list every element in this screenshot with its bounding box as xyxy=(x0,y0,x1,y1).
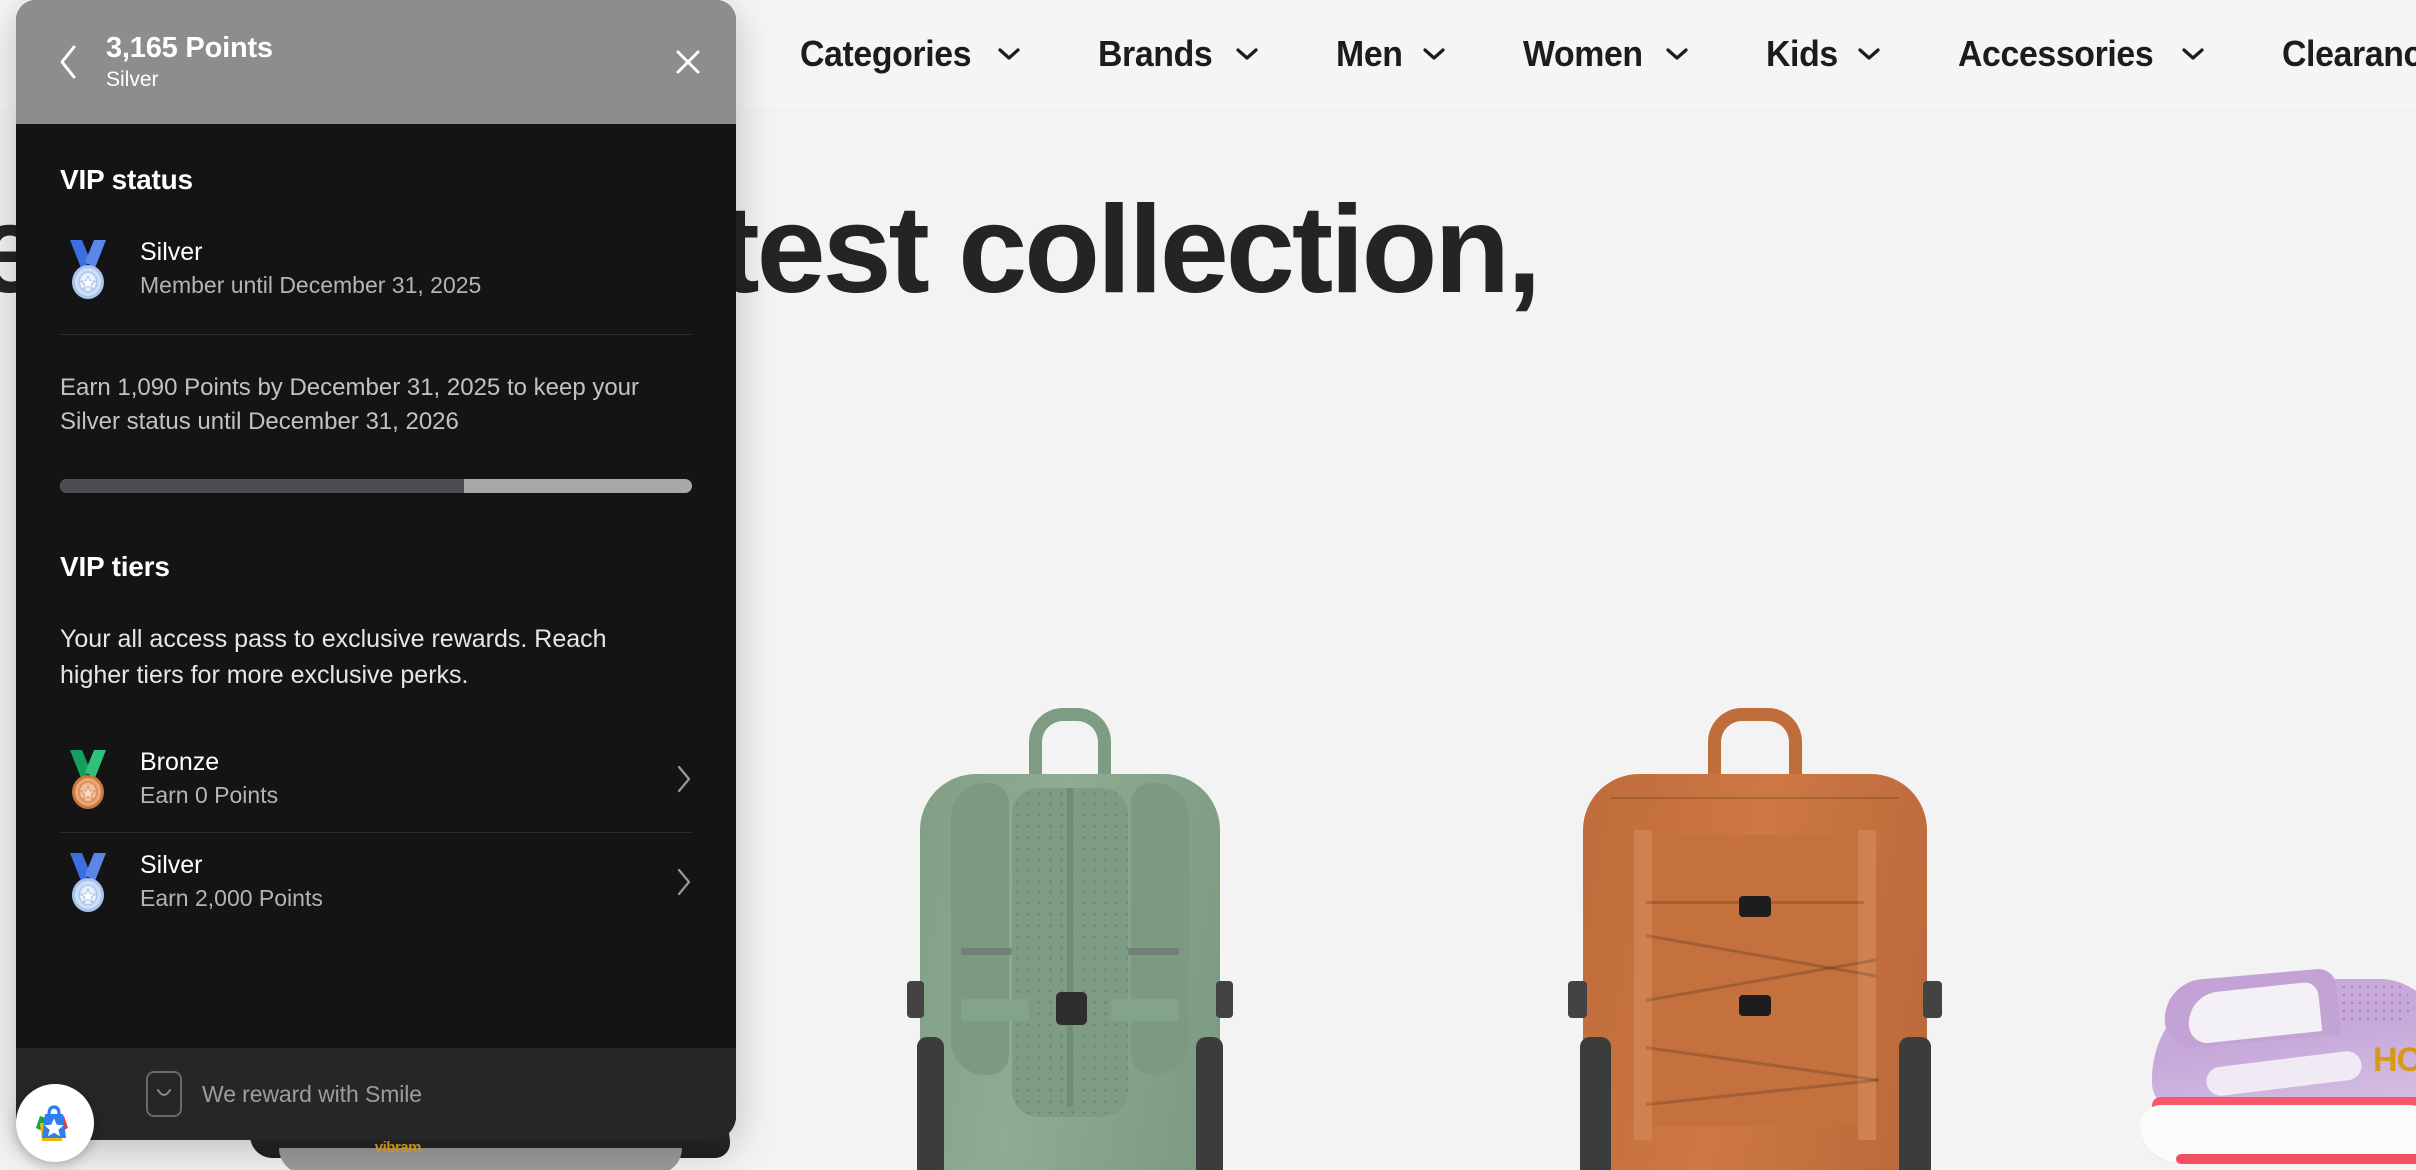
tier-item-requirement: Earn 2,000 Points xyxy=(140,885,323,912)
vip-status-section: VIP status Silver Member until December … xyxy=(16,124,736,334)
product-green-backpack[interactable] xyxy=(900,708,1240,1170)
nav-item-accessories[interactable]: Accessories xyxy=(1958,33,2204,75)
nav-item-women[interactable]: Women xyxy=(1523,33,1688,75)
smile-rewards-panel: 3,165 Points Silver VIP status Silver Me… xyxy=(16,0,736,1140)
current-tier-row: Silver Member until December 31, 2025 xyxy=(60,238,692,334)
backpack-sternum-strap-left xyxy=(961,999,1030,1021)
nav-item-categories[interactable]: Categories xyxy=(800,33,1020,75)
current-tier-expiry: Member until December 31, 2025 xyxy=(140,272,482,299)
black-shoe-sole xyxy=(278,1148,682,1170)
green-backpack-illustration xyxy=(900,708,1240,1170)
nav-item-label: Brands xyxy=(1098,33,1213,74)
tier-list-item-silver[interactable]: Silver Earn 2,000 Points xyxy=(60,831,692,935)
shoe-outsole-accent xyxy=(2176,1153,2416,1164)
vip-tiers-title: VIP tiers xyxy=(60,551,170,583)
panel-footer[interactable]: We reward with Smile xyxy=(16,1048,736,1140)
vip-status-title: VIP status xyxy=(60,164,193,195)
points-balance: 3,165 Points xyxy=(106,31,273,64)
tier-item-text: Silver Earn 2,000 Points xyxy=(140,852,652,912)
earn-requirement-text: Earn 1,090 Points by December 31, 2025 t… xyxy=(60,374,640,436)
close-button[interactable] xyxy=(666,40,710,84)
panel-header: 3,165 Points Silver xyxy=(16,0,736,124)
earn-progress-section: Earn 1,090 Points by December 31, 2025 t… xyxy=(16,335,736,501)
nav-item-kids[interactable]: Kids xyxy=(1766,33,1880,75)
smile-badge-icon xyxy=(146,1071,182,1117)
backpack-side-pocket-right xyxy=(1195,1037,1223,1170)
vip-tiers-description: Your all access pass to exclusive reward… xyxy=(60,625,607,690)
chevron-down-icon xyxy=(1236,47,1258,61)
backpack-webbing-left xyxy=(1634,830,1652,1141)
silver-medal-icon xyxy=(60,238,116,300)
footer-branding-text: We reward with Smile xyxy=(202,1080,422,1107)
vip-tier-list: Bronze Earn 0 Points Silver Earn 2,000 P… xyxy=(16,730,736,935)
nav-item-label: Accessories xyxy=(1958,33,2154,74)
nav-item-label: Kids xyxy=(1765,33,1838,74)
backpack-sternum-strap-right xyxy=(1110,999,1179,1021)
shoe-mesh xyxy=(2332,983,2410,1026)
nav-item-label: Women xyxy=(1522,33,1643,74)
nav-item-brands[interactable]: Brands xyxy=(1098,33,1258,75)
nav-item-label: Clearance xyxy=(2282,33,2416,74)
tier-list-item-bronze[interactable]: Bronze Earn 0 Points xyxy=(60,730,692,832)
backpack-side-pocket-left xyxy=(1579,1037,1611,1170)
backpack-clip-left xyxy=(1567,980,1588,1019)
bronze-medal-icon xyxy=(60,748,116,810)
tier-progress-fill xyxy=(60,479,465,494)
shoe-brand-logo: HO xyxy=(2373,1041,2416,1079)
backpack-spine xyxy=(1067,787,1073,1108)
silver-medal-icon xyxy=(60,851,116,913)
panel-header-titles: 3,165 Points Silver xyxy=(106,31,666,92)
backpack-cord-lock xyxy=(1739,896,1771,918)
backpack-zipper xyxy=(1610,797,1900,800)
nav-item-men[interactable]: Men xyxy=(1336,33,1445,75)
page-root: Categories Brands Men Women Kids Accesso… xyxy=(0,0,2416,1170)
vip-tiers-section: VIP tiers Your all access pass to exclus… xyxy=(16,501,736,694)
product-orange-backpack[interactable] xyxy=(1560,708,1950,1170)
current-tier-text: Silver Member until December 31, 2025 xyxy=(140,239,481,299)
current-tier-label: Silver xyxy=(106,68,159,92)
tier-item-name: Silver xyxy=(140,850,203,879)
tier-progress-bar[interactable] xyxy=(60,479,692,494)
backpack-reflector-right xyxy=(1127,947,1179,956)
product-lavender-shoe[interactable]: HO xyxy=(2140,954,2416,1164)
black-shoe-brand-logo: vibram xyxy=(374,1139,422,1156)
back-button[interactable] xyxy=(50,39,86,85)
backpack-cord-lock xyxy=(1739,994,1771,1016)
nav-item-label: Men xyxy=(1335,33,1403,74)
chevron-down-icon xyxy=(2182,47,2204,61)
backpack-strap-left xyxy=(951,783,1009,1075)
backpack-webbing-right xyxy=(1858,830,1876,1141)
panel-body[interactable]: VIP status Silver Member until December … xyxy=(16,124,736,1140)
nav-item-clearance[interactable]: Clearance xyxy=(2282,33,2416,75)
backpack-clip-right xyxy=(1216,980,1234,1019)
tier-item-name: Bronze xyxy=(140,747,220,776)
smile-shopping-bag-icon xyxy=(30,1098,80,1148)
backpack-clip-left xyxy=(906,980,924,1019)
backpack-reflector-left xyxy=(961,947,1013,956)
orange-backpack-illustration xyxy=(1560,708,1950,1170)
chevron-right-icon xyxy=(676,867,692,897)
chevron-down-icon xyxy=(1422,47,1445,61)
backpack-side-pocket-left xyxy=(917,1037,945,1170)
nav-item-label: Categories xyxy=(800,33,972,74)
chevron-left-icon xyxy=(57,44,79,80)
tier-item-requirement: Earn 0 Points xyxy=(140,782,279,809)
backpack-clip-right xyxy=(1922,980,1943,1019)
backpack-buckle xyxy=(1056,992,1087,1026)
close-icon xyxy=(673,47,703,77)
smile-launcher-button[interactable] xyxy=(16,1084,94,1162)
backpack-side-pocket-right xyxy=(1899,1037,1931,1170)
chevron-right-icon xyxy=(676,764,692,794)
chevron-down-icon xyxy=(1666,47,1688,61)
tier-item-text: Bronze Earn 0 Points xyxy=(140,749,652,809)
chevron-down-icon xyxy=(1858,47,1880,61)
current-tier-name: Silver xyxy=(140,238,203,267)
backpack-strap-right xyxy=(1131,783,1189,1075)
chevron-down-icon xyxy=(998,47,1020,61)
